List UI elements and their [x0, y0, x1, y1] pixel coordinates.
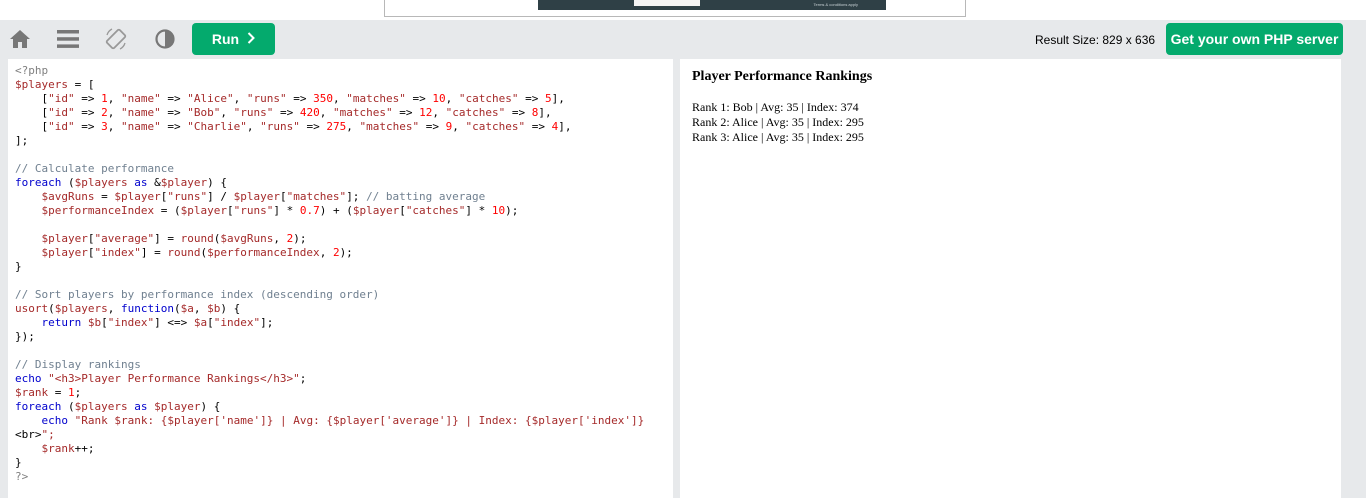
code-line: echo "<h3>Player Performance Rankings</h… — [15, 372, 307, 385]
code-line: } — [15, 260, 22, 273]
toolbar: Run Result Size: 829 x 636 Get your own … — [0, 20, 1366, 58]
home-icon[interactable] — [7, 27, 33, 51]
right-gutter — [1341, 59, 1366, 498]
code-content[interactable]: <?php $players = [ ["id" => 1, "name" => … — [15, 64, 644, 484]
code-line: }); — [15, 330, 35, 343]
code-line: echo "Rank $rank: {$player['name']} | Av… — [41, 414, 645, 427]
code-line: $avgRuns = $player["runs"] / $player["ma… — [41, 190, 486, 203]
code-line: ["id" => 3, "name" => "Charlie", "runs" … — [15, 120, 572, 133]
code-line: usort($players, function($a, $b) { — [15, 302, 241, 315]
code-line: ["id" => 1, "name" => "Alice", "runs" =>… — [15, 92, 565, 105]
rotate-icon[interactable] — [103, 27, 129, 51]
code-editor[interactable]: <?php $players = [ ["id" => 1, "name" => … — [8, 59, 673, 498]
code-line: return $b["index"] <=> $a["index"]; — [41, 316, 274, 329]
result-size-label: Result Size: 829 x 636 — [1035, 33, 1156, 47]
ad-banner-frame[interactable]: Terms & conditions apply — [384, 0, 966, 17]
code-line: ]; — [15, 134, 29, 147]
result-line: Rank 2: Alice | Avg: 35 | Index: 295 — [692, 115, 864, 129]
code-line: <?php — [15, 64, 49, 77]
code-line: <br>"; — [15, 428, 55, 441]
code-line: foreach ($players as $player) { — [15, 400, 221, 413]
code-line: $players = [ — [15, 78, 95, 91]
code-line: ["id" => 2, "name" => "Bob", "runs" => 4… — [15, 106, 552, 119]
result-panel: Player Performance Rankings Rank 1: Bob … — [680, 59, 1341, 498]
ad-fine-print: Terms & conditions apply — [813, 2, 858, 7]
code-line: // Calculate performance — [15, 162, 174, 175]
code-line: $rank++; — [41, 442, 95, 455]
result-line: Rank 1: Bob | Avg: 35 | Index: 374 — [692, 100, 859, 114]
code-line: } — [15, 456, 22, 469]
code-line: $rank = 1; — [15, 386, 82, 399]
run-button-label: Run — [211, 31, 240, 47]
chevron-right-icon — [247, 32, 256, 46]
result-heading: Player Performance Rankings — [692, 69, 873, 84]
panel-divider-handle[interactable] — [673, 59, 679, 498]
result-lines: Rank 1: Bob | Avg: 35 | Index: 374 Rank 2… — [692, 100, 864, 145]
ad-banner-image[interactable]: Terms & conditions apply — [538, 0, 886, 10]
get-php-server-button[interactable]: Get your own PHP server — [1166, 23, 1343, 55]
run-button[interactable]: Run — [192, 23, 275, 55]
code-line: // Sort players by performance index (de… — [15, 288, 380, 301]
code-line: ?> — [15, 470, 29, 483]
ad-cta-button[interactable] — [634, 0, 700, 6]
code-line: $performanceIndex = ($player["runs"] * 0… — [41, 204, 519, 217]
code-line: foreach ($players as &$player) { — [15, 176, 227, 189]
theme-contrast-icon[interactable] — [152, 27, 178, 51]
result-line: Rank 3: Alice | Avg: 35 | Index: 295 — [692, 130, 864, 144]
code-line: $player["index"] = round($performanceInd… — [41, 246, 353, 259]
code-line: // Display rankings — [15, 358, 141, 371]
ad-strip: Terms & conditions apply — [0, 0, 1366, 20]
code-line: $player["average"] = round($avgRuns, 2); — [41, 232, 307, 245]
menu-icon[interactable] — [55, 27, 81, 51]
